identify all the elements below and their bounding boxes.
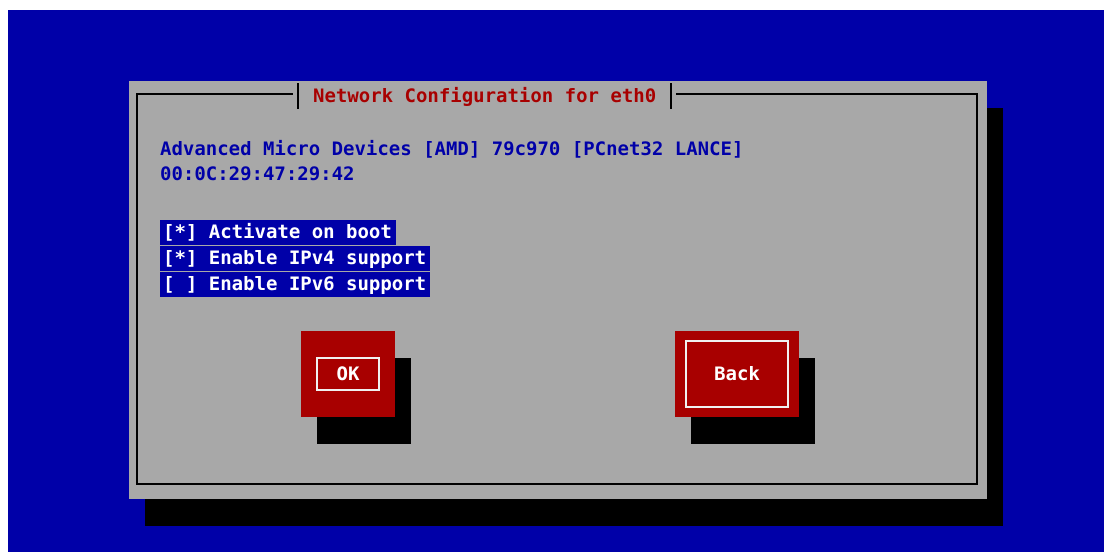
mac-address: 00:0C:29:47:29:42 [160, 163, 355, 185]
option-enable-ipv4[interactable]: [*] Enable IPv4 support [160, 246, 431, 271]
dialog-title: Network Configuration for eth0 [313, 85, 657, 107]
ok-button-label: OK [316, 357, 380, 391]
device-name: Advanced Micro Devices [AMD] 79c970 [PCn… [160, 138, 744, 160]
tui-background: Network Configuration for eth0 Advanced … [8, 10, 1104, 552]
ok-button[interactable]: OK [301, 331, 395, 417]
back-button[interactable]: Back [675, 331, 799, 417]
network-config-dialog: Network Configuration for eth0 Advanced … [129, 81, 987, 499]
option-enable-ipv6[interactable]: [ ] Enable IPv6 support [160, 272, 431, 297]
dialog-title-bar: Network Configuration for eth0 [293, 81, 677, 111]
back-button-label: Back [685, 340, 789, 408]
option-activate-on-boot[interactable]: [*] Activate on boot [160, 220, 396, 245]
title-right-divider [670, 83, 673, 109]
